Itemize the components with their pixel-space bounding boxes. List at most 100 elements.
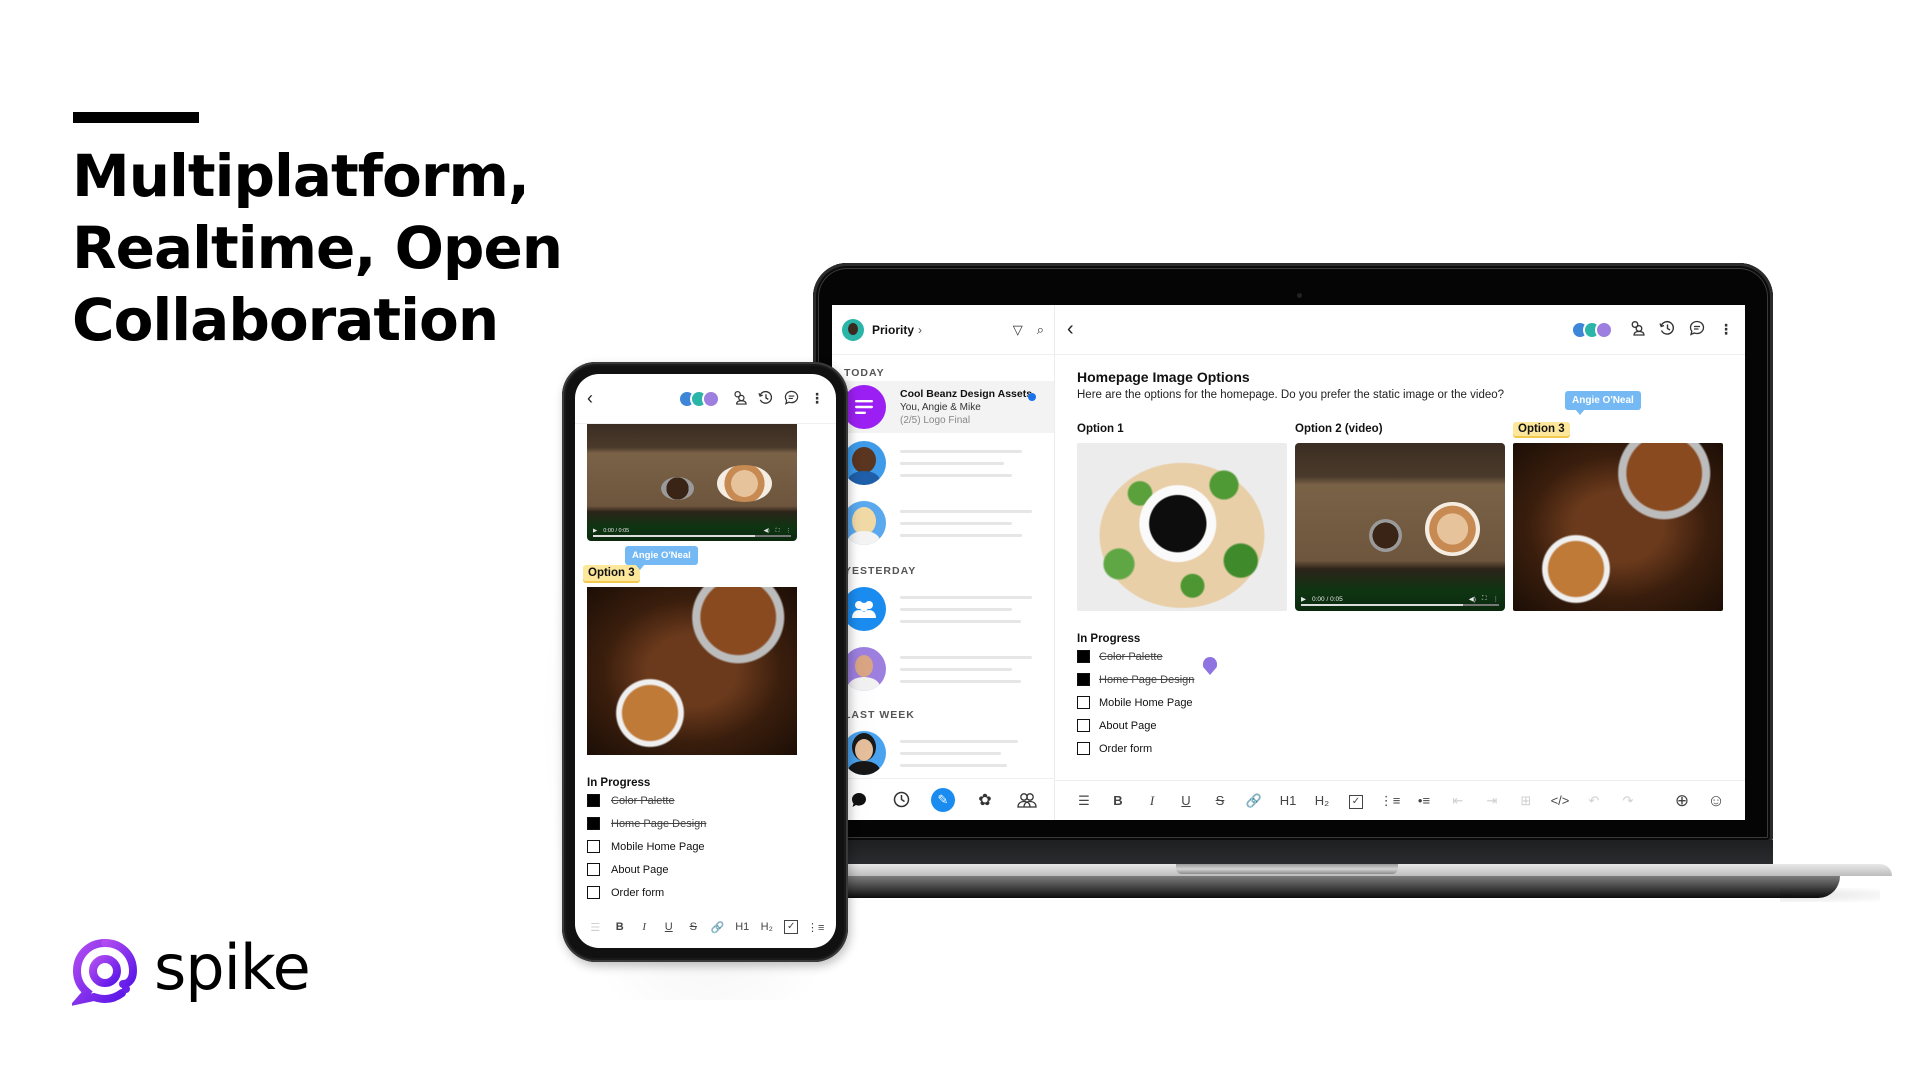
option-image-coffee-beans[interactable] [587, 587, 797, 755]
fullscreen-icon[interactable]: ⛶ [776, 528, 780, 535]
conversation-preview: (2/5) Logo Final [900, 414, 971, 426]
checkbox[interactable] [587, 886, 600, 899]
checklist-item[interactable]: Mobile Home Page [587, 835, 824, 858]
inbox-selector[interactable]: Priority [872, 323, 914, 337]
collaborator-cursor-tag: Angie O'Neal [1565, 391, 1641, 415]
checklist-item[interactable]: Color Palette [1077, 645, 1723, 668]
checklist-button[interactable]: ✓ [1339, 792, 1373, 809]
headline-line: Realtime, Open [72, 214, 563, 282]
play-icon[interactable]: ▶ [593, 528, 597, 534]
play-icon[interactable]: ▶ [1301, 595, 1306, 603]
link-button[interactable]: 🔗 [1237, 793, 1271, 809]
option-card[interactable]: Option 2 (video) ▶ 0:00 / 0:05 ◀) ⛶ ⋮ [1295, 421, 1505, 611]
heading-1-button[interactable]: H1 [730, 921, 755, 933]
chevron-left-icon[interactable]: ‹ [587, 388, 593, 409]
strikethrough-button[interactable]: S [681, 921, 706, 933]
heading-2-button[interactable]: H₂ [755, 921, 780, 933]
underline-button[interactable]: U [1169, 793, 1203, 808]
checklist-item[interactable]: Color Palette [587, 789, 824, 812]
people-icon[interactable] [1629, 320, 1645, 339]
collaborator-avatars[interactable] [1571, 320, 1613, 339]
outdent-button[interactable]: ⇤ [1441, 793, 1475, 809]
bold-button[interactable]: B [1101, 793, 1135, 808]
groups-flower-icon[interactable]: ✿ [973, 788, 997, 812]
add-button[interactable]: ⊕ [1665, 791, 1699, 811]
video-progress-bar[interactable] [593, 535, 791, 537]
heading-1-button[interactable]: H1 [1271, 793, 1305, 808]
heading-2-button[interactable]: H₂ [1305, 793, 1339, 808]
redo-button[interactable]: ↷ [1611, 793, 1645, 809]
checklist-button[interactable]: ✓ [779, 920, 804, 934]
checkbox[interactable] [1077, 673, 1090, 686]
checklist-item[interactable]: Home Page Design [587, 812, 824, 835]
mobile-document-body[interactable]: ▶ 0:00 / 0:05 ◀) ⛶ ⋮ Angie O'Neal Option… [575, 424, 836, 904]
strikethrough-button[interactable]: S [1203, 793, 1237, 808]
checkbox[interactable] [587, 840, 600, 853]
bullet-list-button[interactable]: •≡ [1407, 793, 1441, 808]
italic-button[interactable]: I [632, 921, 657, 933]
conversation-participants: You, Angie & Mike [900, 401, 981, 413]
numbered-list-button[interactable]: ⋮≡ [1373, 793, 1407, 809]
people-icon[interactable] [732, 390, 747, 408]
checkbox[interactable] [1077, 742, 1090, 755]
user-avatar[interactable] [842, 318, 864, 341]
option-card[interactable]: Option 1 [1077, 421, 1287, 611]
indent-button[interactable]: ⇥ [1475, 793, 1509, 809]
more-vertical-icon[interactable]: ⋮ [1719, 321, 1733, 338]
option-image-coffee-beans[interactable] [1513, 443, 1723, 611]
more-vertical-icon[interactable]: ⋮ [810, 390, 824, 407]
option-video-espresso[interactable]: ▶ 0:00 / 0:05 ◀) ⛶ ⋮ [1295, 443, 1505, 611]
filter-icon[interactable]: ▽ [1013, 322, 1023, 338]
comment-icon[interactable] [784, 390, 799, 408]
numbered-list-button[interactable]: ⋮≡ [804, 921, 829, 934]
volume-icon[interactable]: ◀) [1469, 595, 1476, 603]
history-icon[interactable] [1659, 320, 1675, 339]
collaborator-avatars[interactable] [678, 389, 720, 408]
checklist-item[interactable]: Mobile Home Page [1077, 691, 1723, 714]
comment-button[interactable]: ☰ [1067, 793, 1101, 809]
conversation-placeholder [900, 587, 1044, 632]
history-icon[interactable] [758, 390, 773, 408]
compose-pencil-icon[interactable]: ✎ [931, 787, 955, 812]
checkbox[interactable] [587, 794, 600, 807]
link-button[interactable]: 🔗 [706, 921, 731, 934]
chevron-left-icon[interactable]: ‹ [1067, 318, 1074, 341]
underline-button[interactable]: U [657, 921, 682, 933]
headline-line: Multiplatform, [72, 142, 530, 210]
undo-button[interactable]: ↶ [1577, 793, 1611, 809]
comment-button[interactable]: ☰ [583, 921, 608, 934]
headline-line: Collaboration [72, 286, 499, 354]
checkbox[interactable] [1077, 719, 1090, 732]
more-vertical-icon[interactable]: ⋮ [1493, 595, 1500, 603]
code-button[interactable]: </> [1543, 793, 1577, 808]
checkbox[interactable] [587, 863, 600, 876]
clock-icon[interactable] [889, 788, 913, 812]
document-body[interactable]: Homepage Image Options Here are the opti… [1055, 355, 1745, 760]
option-label: Option 1 [1077, 423, 1124, 435]
checklist-item[interactable]: Home Page Design [1077, 668, 1723, 691]
brand-name: spike [154, 931, 311, 1004]
volume-icon[interactable]: ◀) [764, 528, 770, 534]
bold-button[interactable]: B [608, 921, 633, 933]
comment-icon[interactable] [1689, 320, 1705, 339]
contacts-icon[interactable] [1015, 788, 1039, 812]
option-card[interactable]: Option 3 [1513, 421, 1723, 611]
checklist-item[interactable]: Order form [1077, 737, 1723, 760]
search-icon[interactable]: ⌕ [1037, 322, 1044, 338]
table-button[interactable]: ⊞ [1509, 793, 1543, 809]
more-vertical-icon[interactable]: ⋮ [786, 528, 792, 534]
checkbox[interactable] [1077, 696, 1090, 709]
emoji-button[interactable]: ☺ [1699, 791, 1733, 811]
checklist-item[interactable]: About Page [1077, 714, 1723, 737]
checklist-item[interactable]: About Page [587, 858, 824, 881]
italic-button[interactable]: I [1135, 793, 1169, 809]
option-video-espresso[interactable]: ▶ 0:00 / 0:05 ◀) ⛶ ⋮ [587, 424, 797, 541]
conversation-title: Cool Beanz Design Assets [900, 387, 1033, 400]
video-progress-bar[interactable] [1301, 604, 1499, 606]
option-image-coffee-leaves[interactable] [1077, 443, 1287, 611]
checkbox[interactable] [587, 817, 600, 830]
fullscreen-icon[interactable]: ⛶ [1482, 595, 1487, 603]
checklist-item[interactable]: Order form [587, 881, 824, 904]
video-controls: ▶ 0:00 / 0:05 ◀) ⛶ ⋮ [587, 521, 797, 541]
checkbox[interactable] [1077, 650, 1090, 663]
